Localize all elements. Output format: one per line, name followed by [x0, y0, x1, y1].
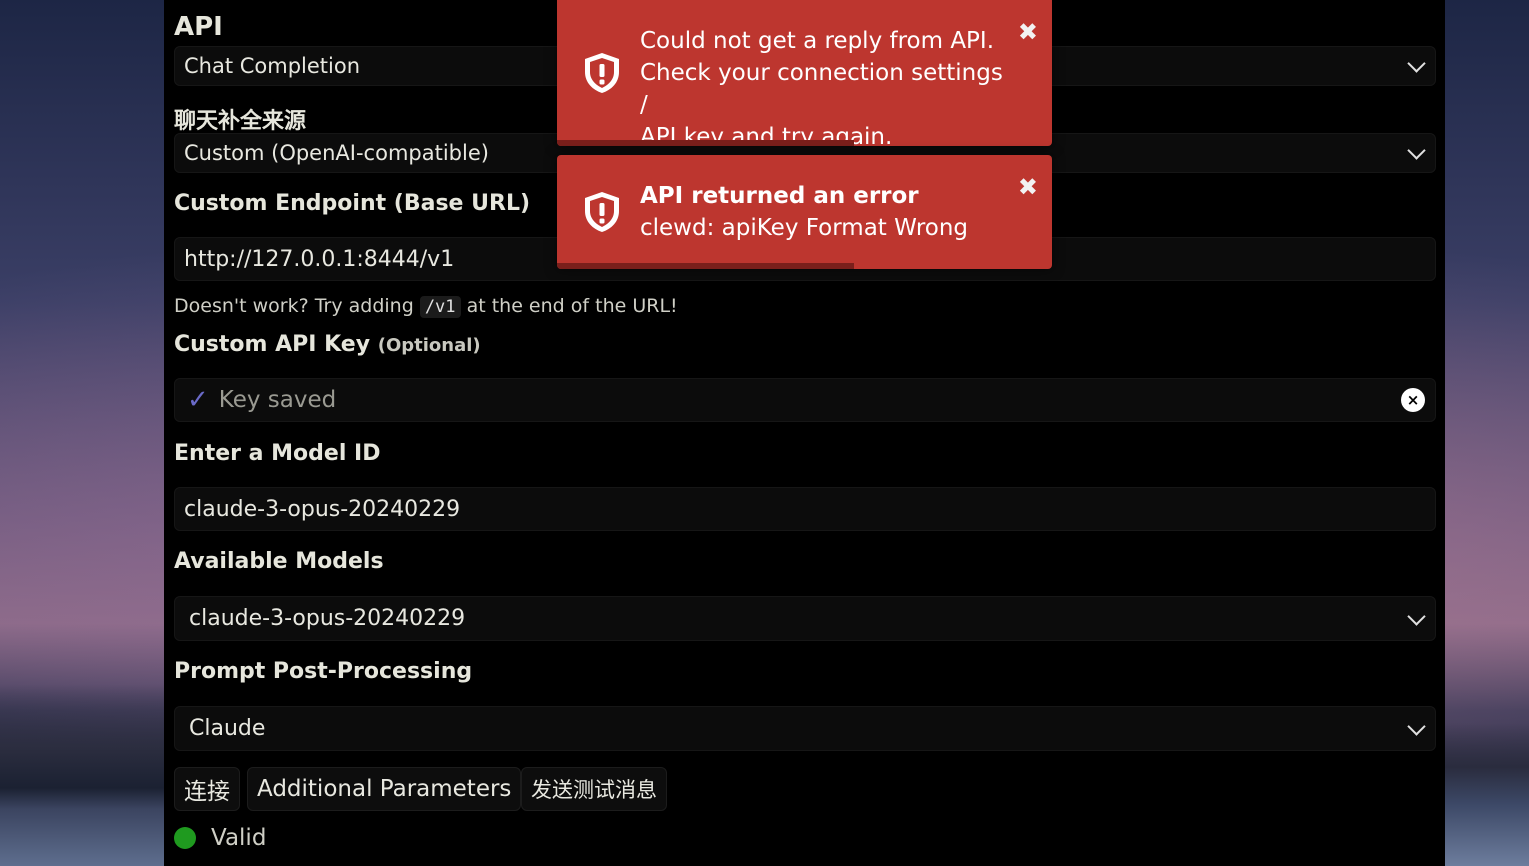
model-id-value: claude-3-opus-20240229 — [184, 496, 461, 522]
toast-title: API returned an error — [640, 183, 919, 209]
toast-progress-bar — [557, 263, 854, 269]
source-select-value: Custom (OpenAI-compatible) — [184, 141, 489, 165]
available-models-label: Available Models — [174, 549, 384, 574]
additional-parameters-button[interactable]: Additional Parameters — [247, 767, 522, 811]
model-id-input[interactable]: claude-3-opus-20240229 — [174, 487, 1436, 531]
chat-completion-source-label: 聊天补全来源 — [174, 109, 307, 134]
chevron-down-icon — [1407, 716, 1426, 736]
status-dot-icon — [174, 827, 196, 849]
toast-progress-bar — [557, 140, 854, 146]
custom-api-key-title: Custom API Key — [174, 332, 371, 357]
connection-status: Valid — [174, 825, 266, 851]
close-icon[interactable]: ✖ — [1018, 173, 1038, 201]
connect-button[interactable]: 连接 — [174, 767, 240, 811]
post-processing-value: Claude — [189, 716, 266, 741]
shield-alert-icon — [585, 192, 619, 232]
error-toast-connection[interactable]: Could not get a reply from API. Check yo… — [557, 0, 1052, 146]
custom-endpoint-value: http://127.0.0.1:8444/v1 — [184, 246, 455, 272]
shield-alert-icon — [585, 53, 619, 93]
api-key-field[interactable]: ✓ Key saved × — [174, 378, 1436, 422]
check-icon: ✓ — [187, 385, 209, 415]
api-label: API — [174, 12, 223, 42]
send-test-message-button[interactable]: 发送测试消息 — [521, 767, 667, 811]
background-scenery-left — [0, 606, 170, 866]
chevron-down-icon — [1407, 54, 1426, 73]
toast-message: Could not get a reply from API. Check yo… — [640, 25, 1012, 146]
toast-line: Check your connection settings / — [640, 60, 1003, 118]
chevron-down-icon — [1407, 141, 1426, 160]
api-select-value: Chat Completion — [184, 54, 361, 78]
available-models-select[interactable]: claude-3-opus-20240229 — [174, 596, 1436, 641]
optional-tag: (Optional) — [377, 335, 481, 356]
endpoint-hint: Doesn't work? Try adding /v1 at the end … — [174, 295, 678, 318]
status-text: Valid — [211, 825, 267, 851]
available-models-value: claude-3-opus-20240229 — [189, 606, 466, 631]
hint-code: /v1 — [419, 296, 461, 318]
custom-api-key-label: Custom API Key (Optional) — [174, 332, 481, 357]
chevron-down-icon — [1407, 606, 1426, 626]
toast-message: API returned an error clewd: apiKey Form… — [640, 180, 1012, 244]
key-saved-text: Key saved — [218, 387, 337, 413]
hint-text-before: Doesn't work? Try adding — [174, 295, 414, 317]
prompt-post-processing-label: Prompt Post-Processing — [174, 659, 473, 684]
model-id-label: Enter a Model ID — [174, 441, 381, 466]
clear-key-button[interactable]: × — [1401, 388, 1425, 412]
toast-body: clewd: apiKey Format Wrong — [640, 215, 969, 241]
toast-line: Could not get a reply from API. — [640, 28, 995, 54]
custom-endpoint-label: Custom Endpoint (Base URL) — [174, 191, 531, 216]
prompt-post-processing-select[interactable]: Claude — [174, 706, 1436, 751]
close-icon[interactable]: ✖ — [1018, 18, 1038, 46]
error-toast-api[interactable]: API returned an error clewd: apiKey Form… — [557, 155, 1052, 269]
hint-text-after: at the end of the URL! — [466, 295, 678, 317]
